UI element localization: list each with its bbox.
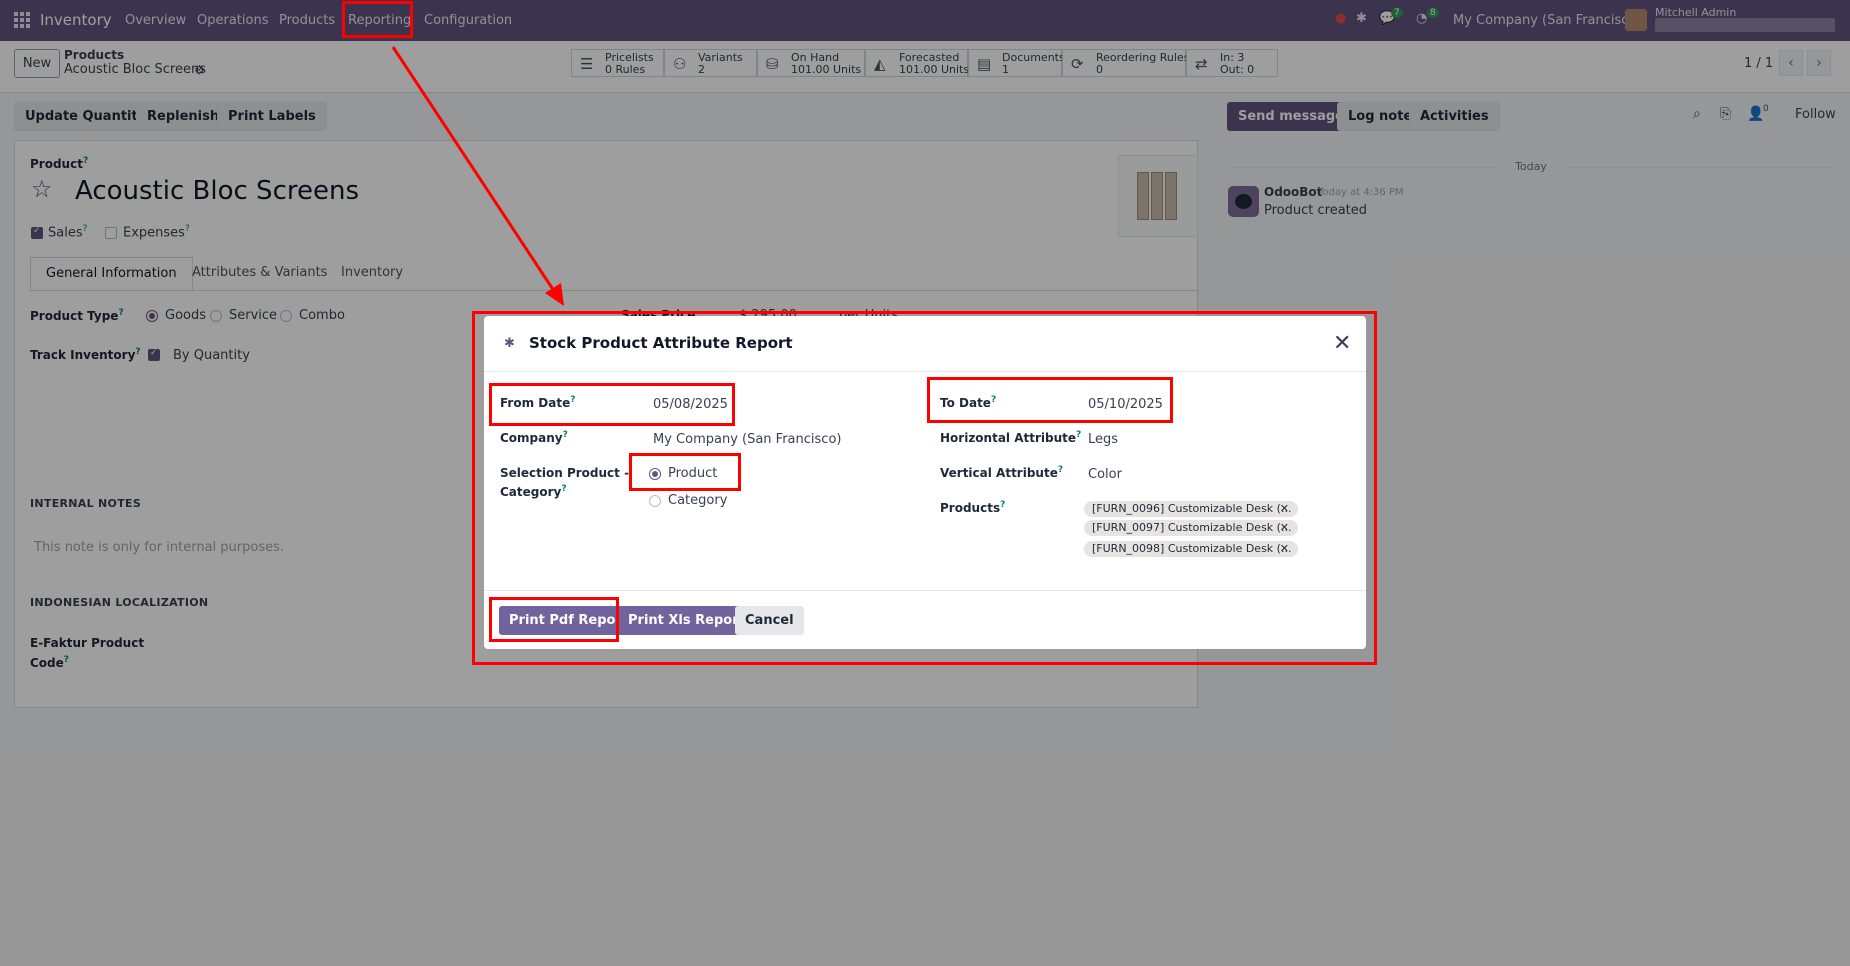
annotation-arrow [391,46,564,306]
